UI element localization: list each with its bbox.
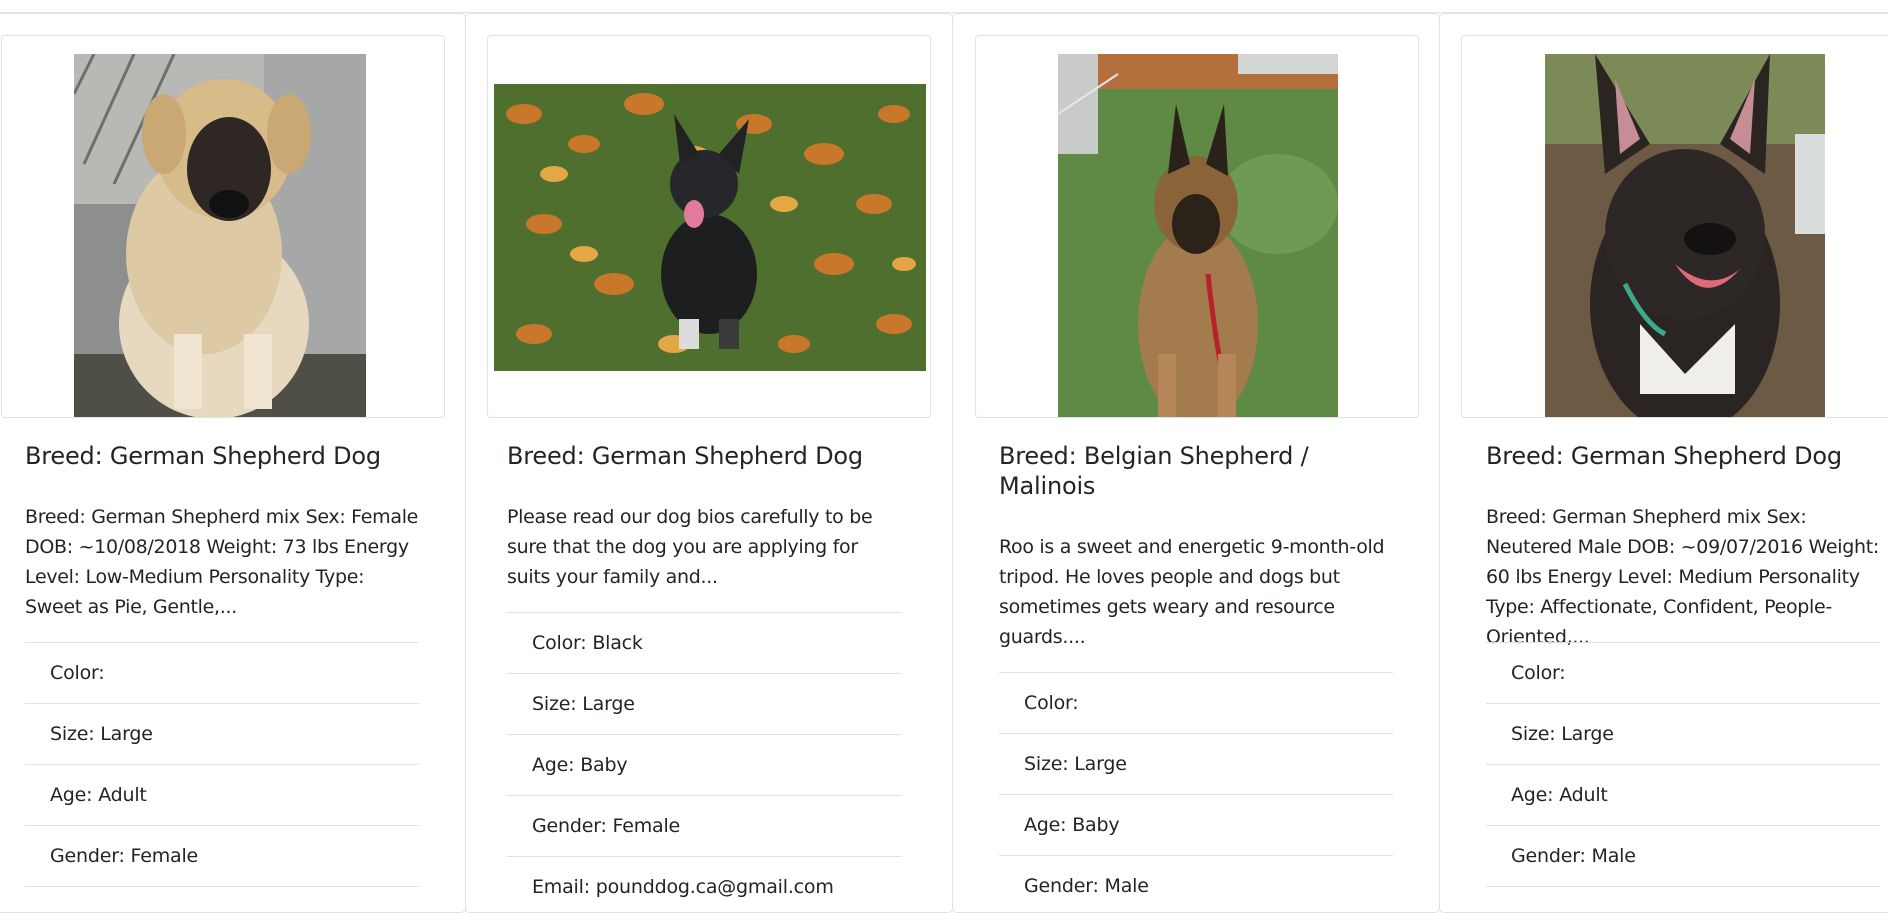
pet-details-list: Color: Size: Large Age: Adult Gender: Fe… bbox=[25, 642, 419, 887]
email-detail[interactable]: Email: pounddog.ca@gmail.com bbox=[507, 857, 901, 912]
gender-detail: Gender: Female bbox=[507, 796, 901, 857]
gender-detail: Gender: Male bbox=[1486, 826, 1880, 887]
card-description: Breed: German Shepherd mix Sex: Female D… bbox=[25, 506, 419, 618]
card-title[interactable]: Breed: German Shepherd Dog bbox=[25, 441, 419, 471]
card-description: Roo is a sweet and energetic 9-month-old… bbox=[999, 536, 1385, 648]
age-detail: Age: Baby bbox=[507, 735, 901, 796]
size-detail: Size: Large bbox=[25, 704, 419, 765]
pet-photo[interactable] bbox=[1058, 54, 1338, 417]
card-title[interactable]: Breed: German Shepherd Dog bbox=[1486, 441, 1880, 471]
age-detail: Age: Baby bbox=[999, 795, 1393, 856]
pet-details-list: Color: Black Size: Large Age: Baby Gende… bbox=[507, 612, 901, 912]
gender-detail: Gender: Male bbox=[999, 856, 1393, 912]
card-title[interactable]: Breed: German Shepherd Dog bbox=[507, 441, 901, 471]
gender-detail: Gender: Female bbox=[25, 826, 419, 887]
color-detail: Color: bbox=[1486, 643, 1880, 704]
pet-photo-frame[interactable] bbox=[487, 35, 931, 418]
pet-card-1[interactable]: Breed: German Shepherd Dog Breed: German… bbox=[0, 13, 466, 913]
card-title[interactable]: Breed: Belgian Shepherd / Malinois bbox=[999, 441, 1393, 501]
pet-card-2[interactable]: Breed: German Shepherd Dog Please read o… bbox=[465, 13, 953, 913]
pet-card-4[interactable]: Breed: German Shepherd Dog Breed: German… bbox=[1439, 13, 1888, 913]
age-detail: Age: Adult bbox=[1486, 765, 1880, 826]
color-detail: Color: bbox=[25, 643, 419, 704]
pet-details-list: Color: Size: Large Age: Adult Gender: Ma… bbox=[1486, 642, 1880, 887]
size-detail: Size: Large bbox=[999, 734, 1393, 795]
color-detail: Color: Black bbox=[507, 613, 901, 674]
pet-card-3[interactable]: Breed: Belgian Shepherd / Malinois Roo i… bbox=[952, 13, 1440, 913]
pet-photo-frame[interactable] bbox=[975, 35, 1419, 418]
color-detail: Color: bbox=[999, 673, 1393, 734]
card-description: Breed: German Shepherd mix Sex: Neutered… bbox=[1486, 506, 1880, 648]
pet-photo[interactable] bbox=[1545, 54, 1825, 417]
pet-details-list: Color: Size: Large Age: Baby Gender: Mal… bbox=[999, 672, 1393, 912]
pet-photo-frame[interactable] bbox=[1, 35, 445, 418]
pet-photo[interactable] bbox=[494, 84, 926, 371]
card-description: Please read our dog bios carefully to be… bbox=[507, 506, 873, 588]
age-detail: Age: Adult bbox=[25, 765, 419, 826]
pet-photo-frame[interactable] bbox=[1461, 35, 1888, 418]
pet-photo[interactable] bbox=[74, 54, 366, 417]
size-detail: Size: Large bbox=[507, 674, 901, 735]
size-detail: Size: Large bbox=[1486, 704, 1880, 765]
